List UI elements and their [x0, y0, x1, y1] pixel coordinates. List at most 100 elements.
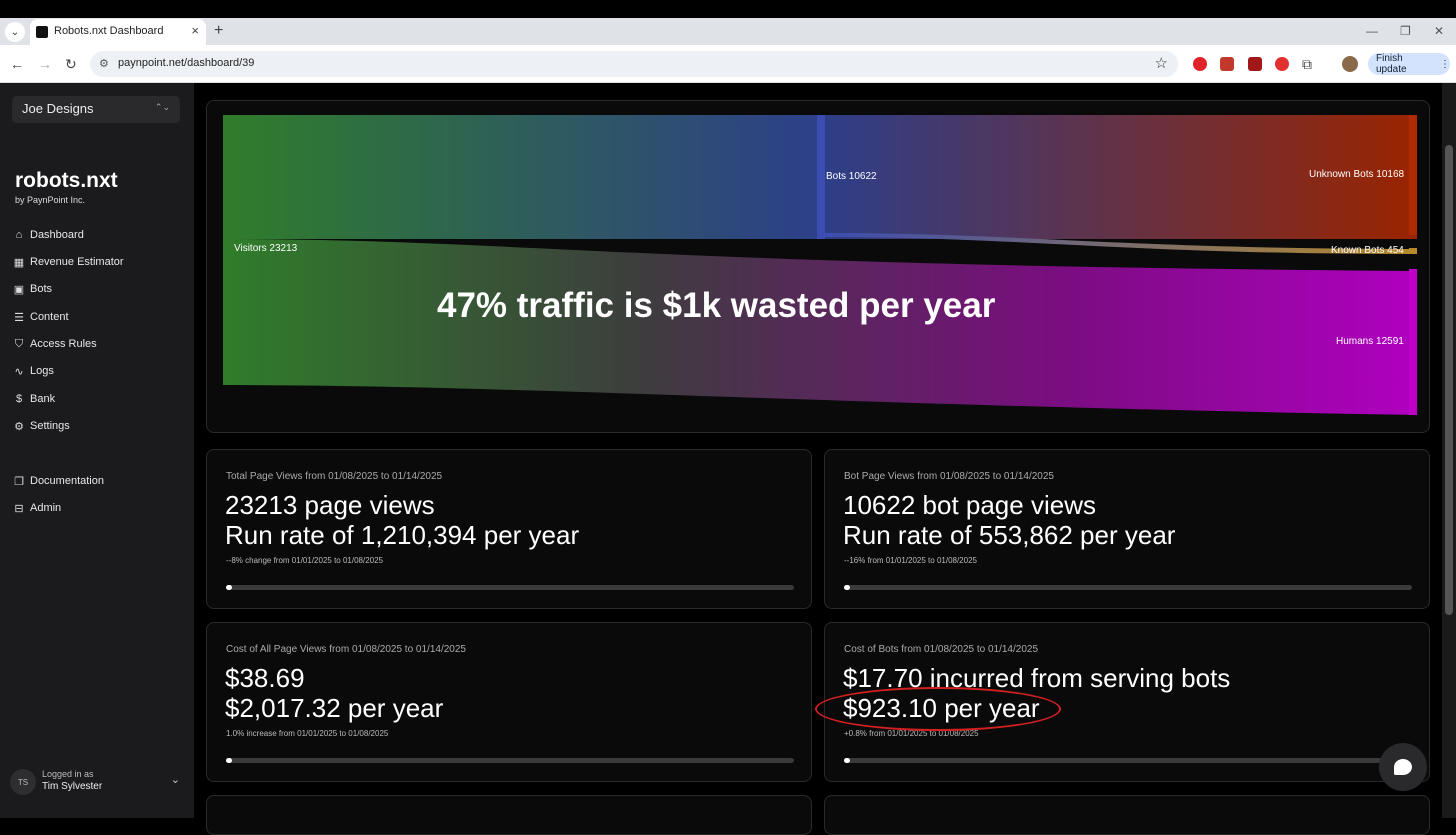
sankey-diagram — [223, 115, 1417, 415]
minimize-icon[interactable]: — — [1366, 24, 1378, 38]
back-icon[interactable]: ← — [10, 56, 24, 72]
stat-card-partial — [206, 795, 812, 835]
user-menu[interactable]: TS Logged in as Tim Sylvester ⌄ — [10, 767, 184, 797]
stat-run-rate: Run rate of 1,210,394 per year — [225, 520, 580, 550]
bookmark-star-icon[interactable]: ☆ — [1155, 54, 1168, 72]
progress-fill — [844, 585, 850, 590]
stat-caption: Total Page Views from 01/08/2025 to 01/1… — [226, 471, 443, 482]
humans-node — [1409, 269, 1417, 415]
url-text[interactable]: paynpoint.net/dashboard/39 — [118, 57, 254, 69]
scrollbar-thumb[interactable] — [1445, 145, 1453, 615]
new-tab-button[interactable]: + — [214, 22, 223, 40]
sidebar-item-label: Revenue Estimator — [30, 256, 124, 268]
dollar-icon: $ — [15, 393, 23, 405]
sidebar-item-documentation[interactable]: ❐ Documentation — [12, 471, 104, 491]
tab-search-button[interactable]: ⌄ — [5, 22, 25, 42]
progress-bar — [226, 758, 794, 763]
finish-update-label: Finish update — [1376, 53, 1407, 75]
org-name: Joe Designs — [22, 101, 94, 116]
sidebar: Joe Designs ⌃⌄ robots.nxt by PaynPoint I… — [0, 83, 194, 818]
app-root: Joe Designs ⌃⌄ robots.nxt by PaynPoint I… — [0, 83, 1456, 835]
sidebar-item-label: Access Rules — [30, 338, 97, 350]
sidebar-item-bots[interactable]: ▣ Bots — [12, 279, 52, 299]
progress-fill — [226, 585, 232, 590]
tab-title: Robots.nxt Dashboard — [54, 25, 164, 37]
window-top-strip — [0, 0, 1456, 18]
sidebar-item-admin[interactable]: ⊟ Admin — [12, 498, 61, 518]
brand-subtitle: by PaynPoint Inc. — [15, 195, 86, 205]
sankey-headline: 47% traffic is $1k wasted per year — [437, 286, 996, 325]
progress-fill — [844, 758, 850, 763]
chat-bubble-icon — [1394, 759, 1412, 775]
logged-in-label: Logged in as — [42, 769, 94, 779]
omnibox[interactable]: ⚙ paynpoint.net/dashboard/39 ☆ — [90, 51, 1178, 77]
browser-tab-bar: ⌄ Robots.nxt Dashboard × + — ❐ ✕ — [0, 0, 1456, 45]
avatar: TS — [10, 769, 36, 795]
sidebar-item-label: Documentation — [30, 475, 104, 487]
extensions-puzzle-icon[interactable]: ⧉ — [1302, 56, 1312, 73]
chat-button[interactable] — [1379, 743, 1427, 791]
sidebar-item-settings[interactable]: ⚙ Settings — [12, 416, 70, 436]
stat-run-rate: Run rate of 553,862 per year — [843, 520, 1176, 550]
scrollbar[interactable] — [1442, 83, 1456, 818]
extension-icon[interactable] — [1220, 57, 1234, 71]
close-tab-icon[interactable]: × — [191, 23, 199, 38]
stat-run-rate: $2,017.32 per year — [225, 693, 444, 723]
sidebar-item-access-rules[interactable]: ⛉ Access Rules — [12, 334, 97, 354]
org-selector[interactable]: Joe Designs ⌃⌄ — [12, 96, 180, 123]
stat-caption: Cost of All Page Views from 01/08/2025 t… — [226, 644, 466, 655]
calculator-icon: ▦ — [13, 256, 25, 269]
sidebar-item-dashboard[interactable]: ⌂ Dashboard — [12, 225, 84, 245]
progress-fill — [226, 758, 232, 763]
sidebar-item-label: Settings — [30, 420, 70, 432]
unknown-bots-node — [1409, 115, 1417, 235]
red-annotation-circle — [815, 687, 1061, 731]
bots-node — [817, 115, 825, 239]
sidebar-item-label: Admin — [30, 502, 62, 514]
sidebar-item-revenue-estimator[interactable]: ▦ Revenue Estimator — [12, 252, 124, 272]
sidebar-item-label: Dashboard — [30, 229, 84, 241]
sidebar-item-label: Logs — [30, 365, 54, 377]
visitors-node — [223, 115, 231, 385]
user-name: Tim Sylvester — [42, 781, 103, 792]
stat-card-cost-all-page-views: Cost of All Page Views from 01/08/2025 t… — [206, 622, 812, 782]
progress-bar — [844, 585, 1412, 590]
sidebar-item-content[interactable]: ☰ Content — [12, 307, 68, 327]
extension-icon[interactable] — [1248, 57, 1262, 71]
sidebar-item-bank[interactable]: $ Bank — [12, 389, 55, 409]
adblock-extension-icon[interactable] — [1193, 57, 1207, 71]
lock-icon: ⊟ — [14, 502, 24, 515]
finish-update-button[interactable]: Finish update ⋮ — [1368, 53, 1450, 75]
profile-avatar[interactable] — [1342, 56, 1358, 72]
stat-value: 10622 bot page views — [843, 490, 1096, 520]
restore-icon[interactable]: ❐ — [1400, 24, 1411, 38]
forward-icon[interactable]: → — [38, 56, 52, 72]
stat-card-bot-page-views: Bot Page Views from 01/08/2025 to 01/14/… — [824, 449, 1430, 609]
address-bar: ← → ↻ ⚙ paynpoint.net/dashboard/39 ☆ ⧉ F… — [0, 45, 1456, 83]
chevron-down-icon: ⌄ — [170, 774, 180, 786]
reload-icon[interactable]: ↻ — [65, 56, 77, 73]
sidebar-item-label: Bots — [30, 283, 53, 295]
bots-label: Bots 10622 — [826, 171, 877, 182]
bot-icon: ▣ — [13, 283, 25, 296]
doc-icon: ❐ — [14, 475, 24, 488]
more-menu-icon: ⋮ — [1440, 58, 1450, 70]
home-icon: ⌂ — [15, 229, 23, 241]
sankey-card: Visitors 23213 Bots 10622 Unknown Bots 1… — [206, 100, 1430, 433]
list-icon: ☰ — [14, 311, 24, 324]
activity-icon: ∿ — [14, 365, 24, 378]
stat-change-note: --8% change from 01/01/2025 to 01/08/202… — [226, 556, 383, 565]
humans-flow — [223, 239, 1417, 415]
site-info-icon[interactable]: ⚙ — [99, 57, 109, 70]
progress-bar — [844, 758, 1412, 763]
known-bots-label: Known Bots 454 — [1331, 245, 1404, 256]
unknown-bots-label: Unknown Bots 10168 — [1309, 169, 1405, 180]
favicon-icon — [36, 26, 48, 38]
stat-value: $38.69 — [225, 663, 305, 693]
chevron-updown-icon: ⌃⌄ — [154, 102, 170, 112]
sidebar-item-logs[interactable]: ∿ Logs — [12, 361, 54, 381]
extension-icon[interactable] — [1275, 57, 1289, 71]
close-window-icon[interactable]: ✕ — [1434, 24, 1444, 38]
browser-tab[interactable]: Robots.nxt Dashboard × — [30, 19, 206, 45]
stat-change-note: --16% from 01/01/2025 to 01/08/2025 — [844, 556, 977, 565]
